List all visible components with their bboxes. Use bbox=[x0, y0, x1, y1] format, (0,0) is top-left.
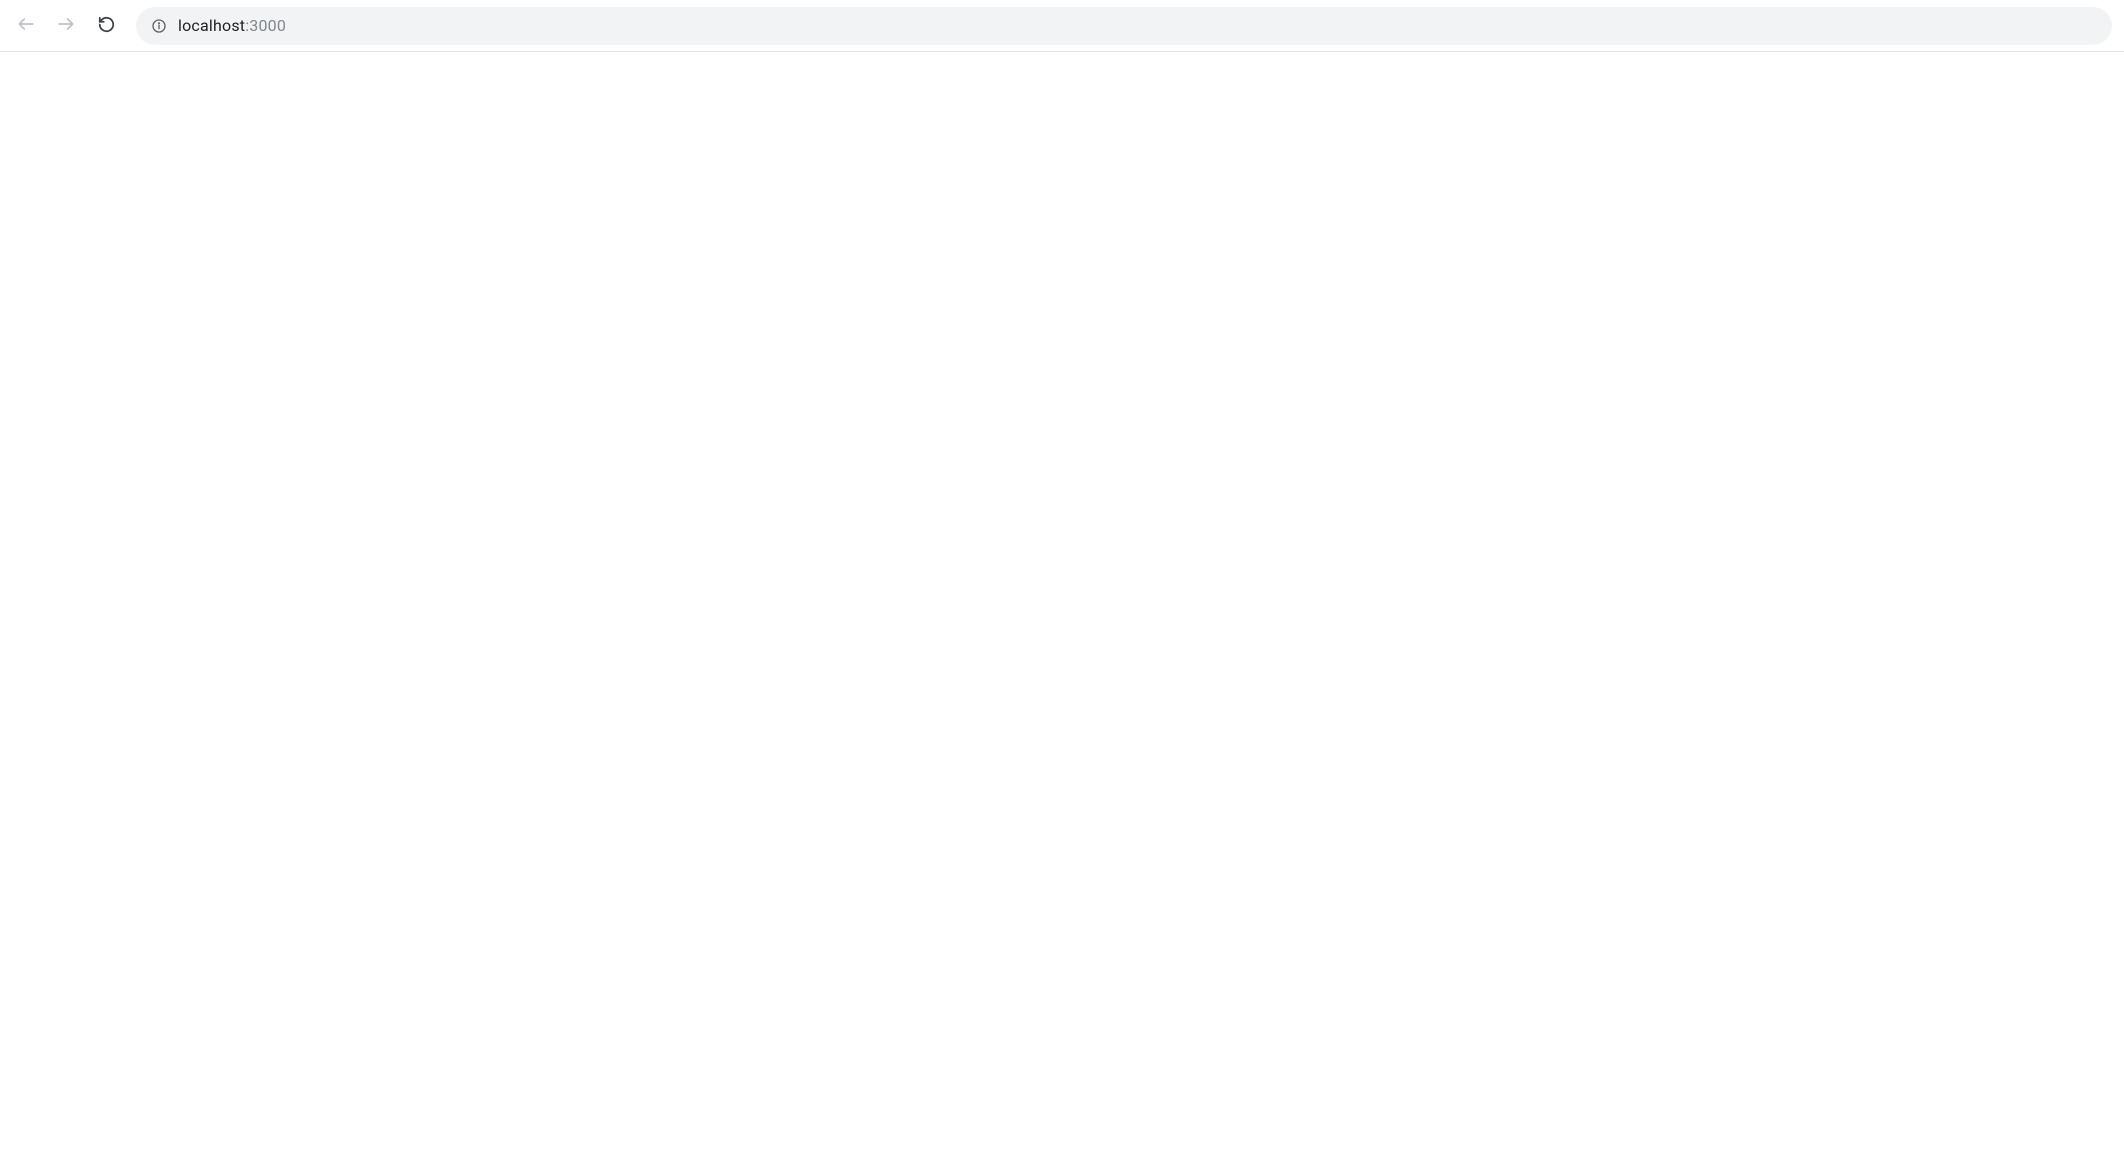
site-info-icon[interactable] bbox=[150, 17, 168, 35]
page-content bbox=[0, 52, 2124, 1162]
reload-button[interactable] bbox=[92, 12, 120, 40]
url-port: :3000 bbox=[245, 16, 286, 35]
arrow-right-icon bbox=[56, 14, 76, 37]
reload-icon bbox=[97, 15, 116, 37]
nav-buttons bbox=[12, 12, 120, 40]
forward-button[interactable] bbox=[52, 12, 80, 40]
address-bar[interactable]: localhost:3000 bbox=[136, 7, 2112, 45]
browser-toolbar: localhost:3000 bbox=[0, 0, 2124, 52]
arrow-left-icon bbox=[16, 14, 36, 37]
back-button[interactable] bbox=[12, 12, 40, 40]
url-host: localhost bbox=[178, 16, 245, 35]
url-text: localhost:3000 bbox=[178, 16, 286, 35]
